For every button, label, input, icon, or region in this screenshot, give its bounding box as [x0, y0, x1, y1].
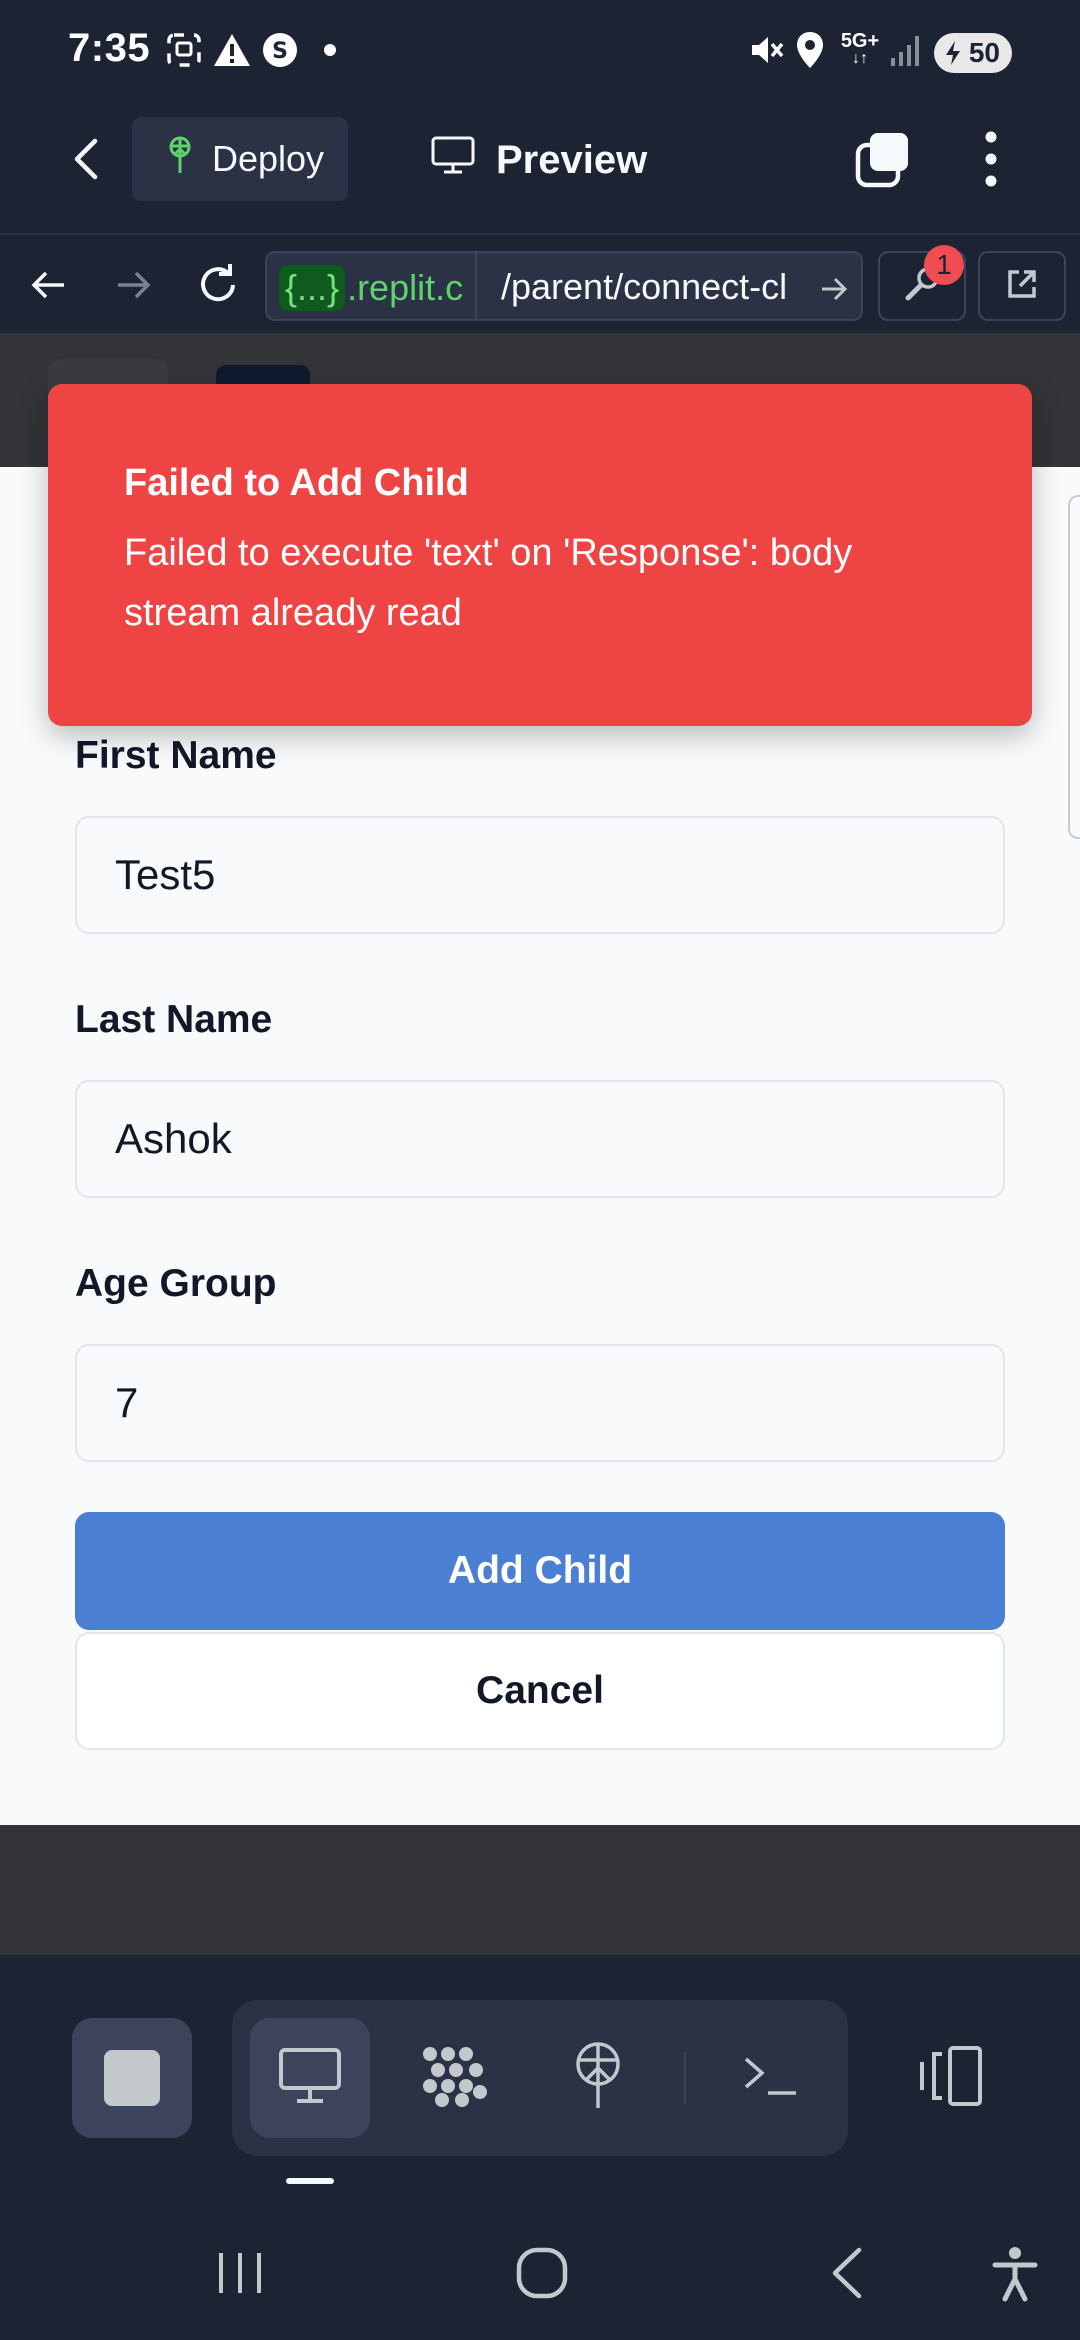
browser-toolbar: {...} .replit.c /parent/connect-cl 1 [0, 233, 1080, 333]
cancel-button[interactable]: Cancel [75, 1632, 1005, 1750]
deploy-label: Deploy [212, 138, 325, 179]
go-arrow-icon[interactable] [819, 271, 849, 313]
back-icon[interactable] [812, 2239, 882, 2307]
tabs-icon[interactable] [848, 125, 918, 195]
deployments-tool-tab[interactable] [538, 2018, 658, 2138]
preview-label: Preview [496, 137, 648, 182]
first-name-label: First Name [75, 734, 277, 777]
browser-forward-icon[interactable] [106, 257, 160, 313]
more-options-icon[interactable] [966, 127, 1016, 191]
workspace-toolbar [0, 1955, 1080, 2205]
toast-message: Failed to execute 'text' on 'Response': … [124, 532, 853, 634]
first-name-input[interactable]: Test5 [75, 816, 1005, 934]
svg-text:S: S [272, 39, 288, 64]
modal-backdrop-bottom [0, 1825, 1080, 1955]
stop-icon [104, 2050, 160, 2106]
deploy-button[interactable]: Deploy [132, 117, 348, 201]
age-group-input[interactable]: 7 [75, 1344, 1005, 1462]
accessibility-icon[interactable] [980, 2239, 1050, 2309]
mute-icon [746, 30, 786, 70]
network-type: 5G+ ↓↑ [840, 30, 880, 67]
alert-icon [212, 30, 252, 70]
monitor-icon [430, 135, 476, 185]
dot-icon [310, 30, 350, 70]
url-field[interactable]: {...} .replit.c /parent/connect-cl [265, 251, 863, 321]
location-icon [790, 30, 830, 70]
preview-tab[interactable]: Preview [430, 125, 647, 195]
url-domain-text: .replit.c [347, 267, 464, 308]
toast-title: Failed to Add Child [124, 462, 469, 504]
back-arrow-icon[interactable] [56, 127, 116, 191]
tool-divider [684, 2052, 686, 2104]
url-path-text: /parent/connect-cl [501, 266, 788, 307]
url-path[interactable]: /parent/connect-cl [475, 253, 861, 319]
devtools-button[interactable]: 1 [878, 245, 966, 321]
error-toast[interactable]: Failed to Add Child Failed to execute 't… [48, 384, 1032, 726]
external-link-icon [1004, 266, 1040, 307]
devices-button[interactable] [900, 2018, 1000, 2138]
system-nav-bar [0, 2205, 1080, 2340]
last-name-input[interactable]: Ashok [75, 1080, 1005, 1198]
recent-apps-icon[interactable] [200, 2241, 280, 2305]
preview-tool-tab[interactable] [250, 2018, 370, 2138]
screenshot-icon [164, 30, 204, 70]
workflows-icon [418, 2040, 490, 2117]
app-bar: Deploy Preview [0, 105, 1080, 233]
shazam-icon: S [260, 30, 300, 70]
notification-badge: 1 [924, 245, 964, 285]
add-child-button[interactable]: Add Child [75, 1512, 1005, 1630]
home-icon[interactable] [500, 2239, 584, 2307]
active-tab-indicator [286, 2178, 334, 2184]
tool-tabs [232, 2000, 848, 2156]
devices-icon [914, 2044, 986, 2113]
scrollbar[interactable] [1068, 495, 1080, 839]
reload-icon[interactable] [190, 255, 246, 315]
status-time: 7:35 [68, 26, 151, 70]
url-domain: {...} .replit.c [279, 263, 463, 313]
age-group-label: Age Group [75, 1262, 277, 1305]
last-name-label: Last Name [75, 998, 273, 1041]
preview-icon [277, 2046, 343, 2111]
status-bar: 7:35 S 5G+ ↓↑ 50 [0, 0, 1080, 105]
open-external-button[interactable] [978, 251, 1066, 321]
signal-icon [886, 30, 926, 70]
shell-tool-tab[interactable] [710, 2018, 830, 2138]
stop-button[interactable] [72, 2018, 192, 2138]
url-domain-badge: {...} [279, 265, 346, 311]
battery-icon: 50 [934, 33, 1012, 73]
shell-icon [740, 2051, 800, 2106]
deployments-icon [568, 2040, 628, 2117]
browser-back-icon[interactable] [22, 257, 76, 313]
deploy-icon [162, 135, 198, 184]
workflows-tool-tab[interactable] [394, 2018, 514, 2138]
